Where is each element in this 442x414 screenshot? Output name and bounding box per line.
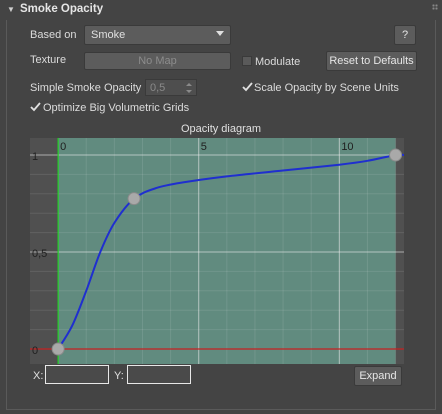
collapse-arrow-icon[interactable]: ▼ — [7, 5, 15, 14]
optimize-label: Optimize Big Volumetric Grids — [43, 102, 190, 114]
simple-smoke-opacity-spinner[interactable]: 0,5 — [145, 79, 197, 96]
scale-opacity-checkbox[interactable] — [242, 82, 253, 92]
diagram-title: Opacity diagram — [180, 123, 262, 135]
spinner-down-icon[interactable] — [186, 90, 192, 93]
coord-y-field[interactable] — [127, 365, 191, 384]
y-tick-label: 0 — [32, 345, 38, 357]
expand-button[interactable]: Expand — [354, 366, 402, 386]
simple-smoke-opacity-value: 0,5 — [150, 82, 166, 94]
control-point-handle[interactable] — [127, 192, 141, 206]
rollout-header[interactable]: ▼ Smoke Opacity — [0, 0, 442, 20]
texture-map-button[interactable]: No Map — [84, 52, 231, 70]
spinner-up-icon[interactable] — [186, 83, 192, 86]
y-tick-label: 1 — [32, 151, 38, 163]
y-tick-label: 0,5 — [32, 248, 47, 260]
checkmark-icon — [242, 82, 253, 92]
rollout-title: Smoke Opacity — [20, 3, 104, 15]
control-point-handle[interactable] — [389, 148, 403, 162]
texture-label: Texture — [30, 54, 67, 66]
simple-smoke-opacity-label: Simple Smoke Opacity — [30, 82, 142, 94]
coord-x-field[interactable] — [45, 365, 109, 384]
based-on-dropdown[interactable]: Smoke — [84, 25, 231, 45]
modulate-checkbox[interactable] — [242, 56, 252, 66]
coord-y-label: Y: — [114, 370, 124, 382]
optimize-checkbox[interactable] — [30, 102, 41, 112]
x-tick-label: 5 — [201, 141, 207, 153]
control-point-handle[interactable] — [51, 342, 65, 356]
x-tick-label: 0 — [60, 141, 66, 153]
help-button[interactable]: ? — [394, 25, 416, 45]
chevron-down-icon — [216, 31, 224, 36]
scale-opacity-label: Scale Opacity by Scene Units — [254, 82, 399, 94]
x-tick-label: 10 — [341, 141, 353, 153]
based-on-label: Based on — [30, 29, 77, 41]
opacity-diagram[interactable]: 0 5 10 1 0,5 0 — [30, 138, 404, 364]
coord-x-label: X: — [33, 370, 44, 382]
reset-to-defaults-button[interactable]: Reset to Defaults — [326, 51, 417, 71]
modulate-label: Modulate — [255, 56, 301, 68]
drag-grip-icon[interactable] — [432, 4, 438, 10]
checkmark-icon — [30, 102, 41, 112]
smoke-opacity-panel: ▼ Smoke Opacity Based on Smoke ? Texture… — [0, 0, 442, 414]
based-on-value: Smoke — [91, 29, 126, 41]
